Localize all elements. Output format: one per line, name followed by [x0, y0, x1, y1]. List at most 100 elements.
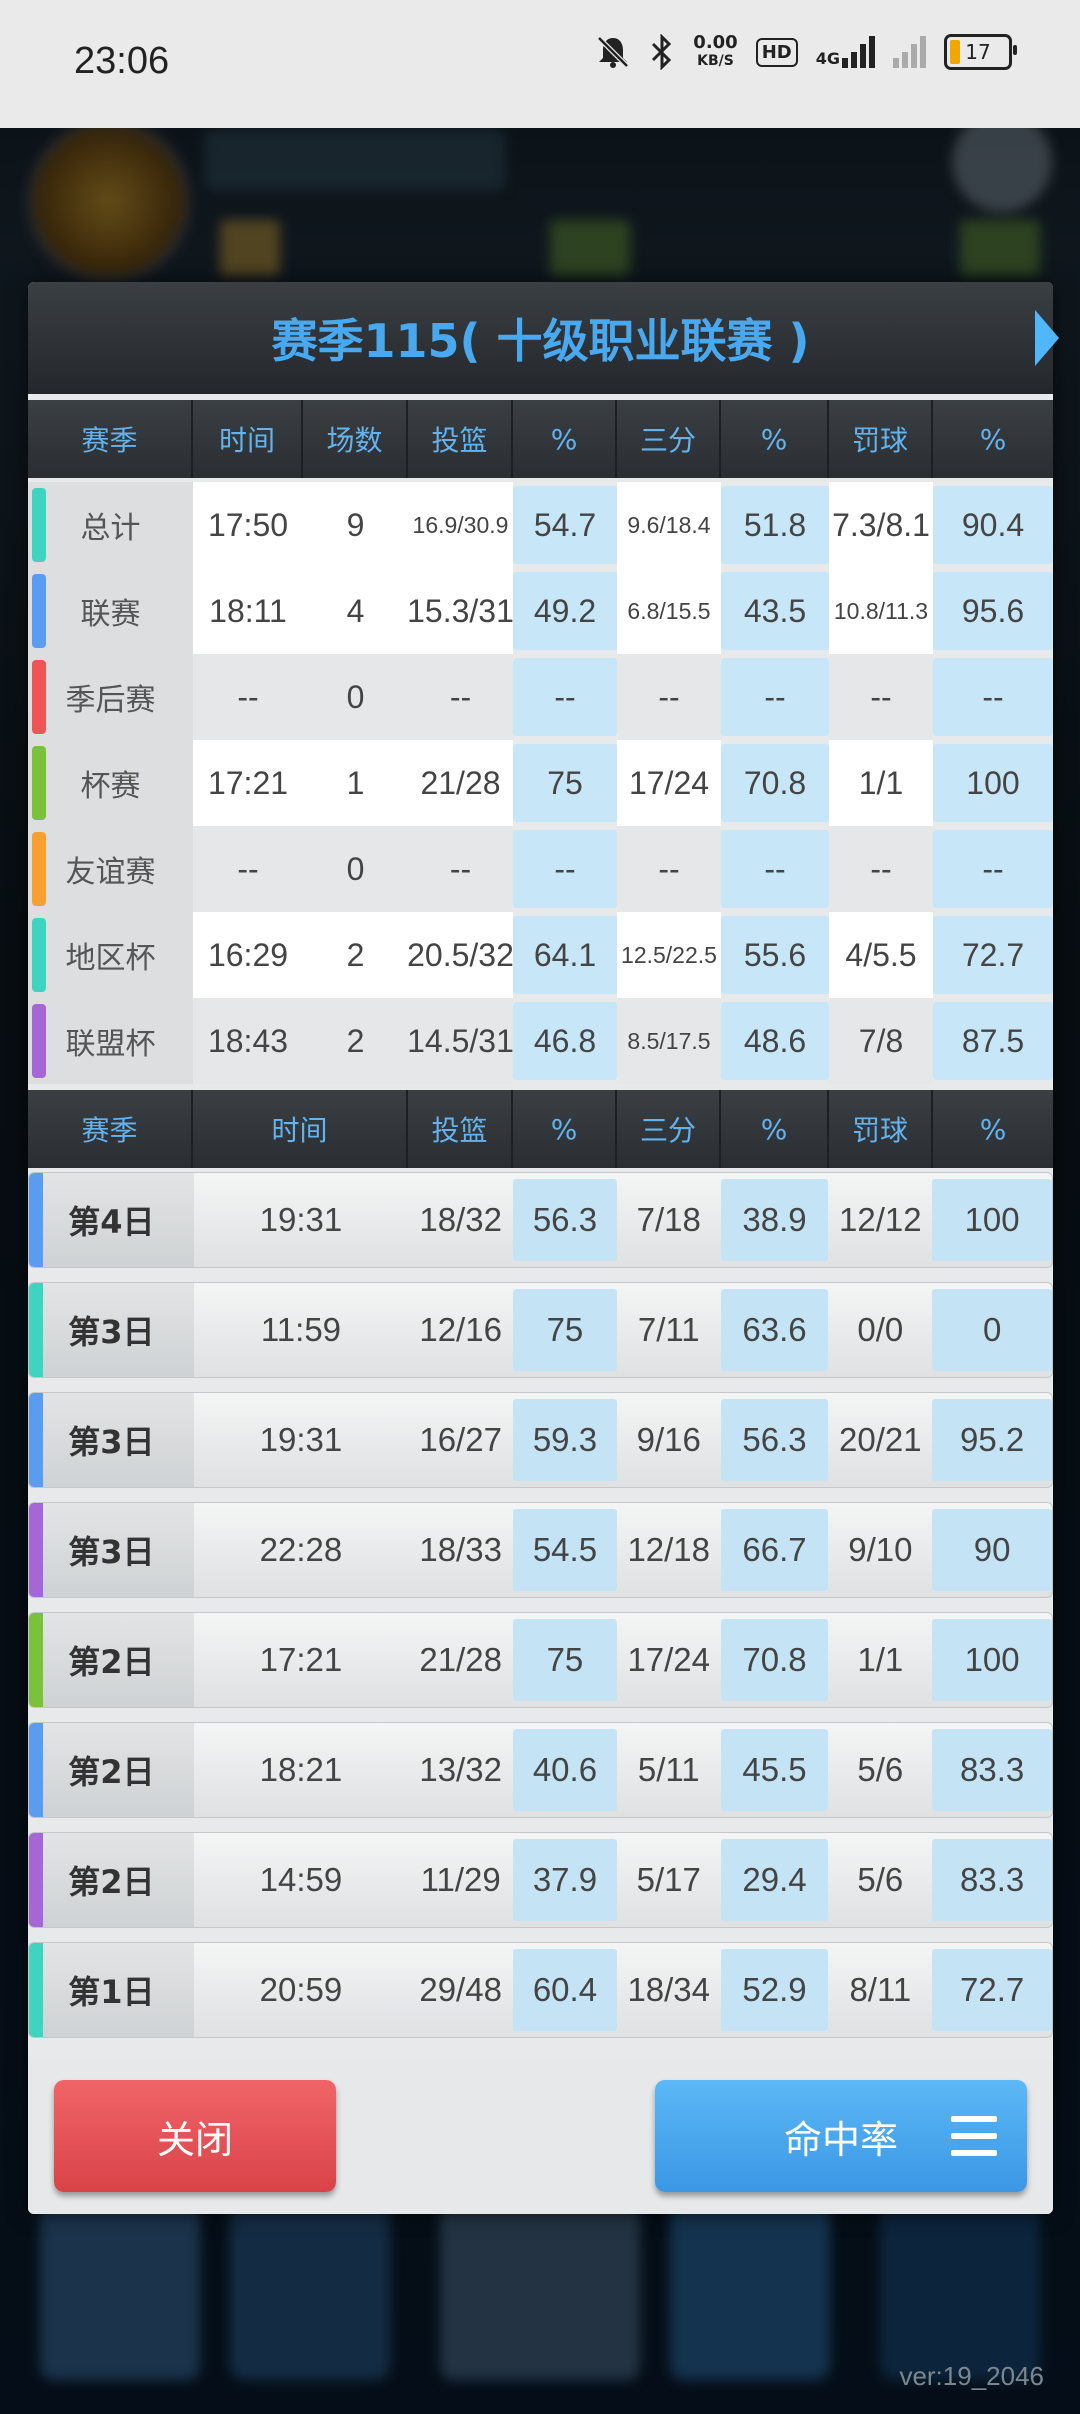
column-header[interactable]: % [721, 1090, 829, 1168]
three-cell: -- [617, 826, 721, 912]
time-cell: -- [193, 654, 303, 740]
game-day-label: 第2日 [68, 1753, 155, 1791]
fg-pct-cell: 75 [513, 744, 617, 822]
table-row[interactable]: 季后赛 -- 0 -- -- -- -- -- -- [28, 654, 1053, 740]
column-header[interactable]: 投篮 [408, 1090, 513, 1168]
column-header[interactable]: 罚球 [829, 400, 933, 478]
sort-by-button[interactable]: 命中率 [655, 2080, 1027, 2192]
game-row[interactable]: 第2日 18:21 13/32 40.6 5/11 45.5 5/6 83.3 [28, 1722, 1053, 1818]
three-pct-cell: 55.6 [721, 916, 829, 994]
fg-cell: 21/28 [419, 1641, 502, 1678]
time-cell: 18:21 [259, 1751, 343, 1788]
category-color-stripe [29, 1723, 43, 1817]
dialog-footer: 关闭 命中率 [28, 2060, 1053, 2214]
three-pct-cell: 70.8 [720, 1619, 829, 1701]
fg-pct-cell: 40.6 [513, 1729, 617, 1811]
column-header[interactable]: 时间 [193, 400, 303, 478]
time-cell: -- [193, 826, 303, 912]
game-day-cell: 第1日 [29, 1943, 194, 2037]
time-cell: 22:28 [259, 1531, 343, 1568]
fg-cell: 14.5/31 [407, 998, 514, 1084]
ft-cell: 7.3/8.1 [829, 482, 933, 568]
ft-pct-cell: 100 [932, 1619, 1052, 1701]
bluetooth-icon [652, 34, 672, 70]
game-day-label: 第3日 [68, 1313, 155, 1351]
fg-pct-cell: 64.1 [513, 916, 617, 994]
fg-pct-cell: 46.8 [513, 1002, 617, 1080]
fg-cell: 15.3/31 [407, 568, 514, 654]
three-pct-cell: 45.5 [720, 1729, 829, 1811]
column-header[interactable]: % [933, 1090, 1053, 1168]
row-label: 总计 [80, 511, 141, 546]
game-row[interactable]: 第3日 11:59 12/16 75 7/11 63.6 0/0 0 [28, 1282, 1053, 1378]
column-header[interactable]: % [513, 1090, 617, 1168]
hd-badge: HD [755, 37, 798, 67]
battery-icon: 17 [944, 34, 1017, 70]
three-cell: 12/18 [627, 1531, 711, 1568]
three-cell: 17/24 [627, 1641, 711, 1678]
column-header[interactable]: 三分 [617, 1090, 721, 1168]
game-day-cell: 第3日 [29, 1283, 194, 1377]
game-day-label: 第4日 [68, 1203, 155, 1241]
three-pct-cell: -- [721, 830, 829, 908]
ft-cell: 12/12 [839, 1201, 922, 1238]
fg-pct-cell: 75 [513, 1619, 617, 1701]
time-cell: 19:31 [259, 1421, 343, 1458]
table-row[interactable]: 友谊赛 -- 0 -- -- -- -- -- -- [28, 826, 1053, 912]
three-cell: 9.6/18.4 [617, 482, 721, 568]
column-header[interactable]: % [933, 400, 1053, 478]
ft-pct-cell: 72.7 [932, 1949, 1052, 2031]
games-cell: 2 [303, 912, 408, 998]
ft-pct-cell: 72.7 [933, 916, 1053, 994]
close-button[interactable]: 关闭 [54, 2080, 336, 2192]
fg-cell: 16.9/30.9 [408, 482, 513, 568]
time-cell: 14:59 [259, 1861, 343, 1898]
column-header[interactable]: 赛季 [28, 1090, 193, 1168]
column-header[interactable]: % [721, 400, 829, 478]
row-label-cell: 联盟杯 [28, 998, 193, 1084]
row-label: 友谊赛 [65, 855, 156, 890]
game-row[interactable]: 第1日 20:59 29/48 60.4 18/34 52.9 8/11 72.… [28, 1942, 1053, 2038]
table-row[interactable]: 联盟杯 18:43 2 14.5/31 46.8 8.5/17.5 48.6 7… [28, 998, 1053, 1084]
time-cell: 17:21 [193, 740, 303, 826]
time-cell: 18:43 [193, 998, 303, 1084]
game-row[interactable]: 第2日 17:21 21/28 75 17/24 70.8 1/1 100 [28, 1612, 1053, 1708]
row-label-cell: 总计 [28, 482, 193, 568]
time-cell: 17:50 [193, 482, 303, 568]
games-cell: 0 [303, 826, 408, 912]
column-header[interactable]: % [513, 400, 617, 478]
time-cell: 17:21 [259, 1641, 343, 1678]
column-header[interactable]: 场数 [303, 400, 408, 478]
table-row[interactable]: 地区杯 16:29 2 20.5/32 64.1 12.5/22.5 55.6 … [28, 912, 1053, 998]
ft-cell: 4/5.5 [829, 912, 933, 998]
column-header[interactable]: 时间 [193, 1090, 408, 1168]
chevron-right-icon[interactable] [1035, 310, 1059, 366]
ft-cell: 1/1 [829, 740, 933, 826]
table-row[interactable]: 总计 17:50 9 16.9/30.9 54.7 9.6/18.4 51.8 … [28, 482, 1053, 568]
game-day-label: 第3日 [68, 1423, 155, 1461]
time-cell: 20:59 [259, 1971, 343, 2008]
row-label: 季后赛 [65, 683, 156, 718]
battery-level: 17 [965, 40, 991, 64]
ft-pct-cell: 87.5 [933, 1002, 1053, 1080]
game-row[interactable]: 第4日 19:31 18/32 56.3 7/18 38.9 12/12 100 [28, 1172, 1053, 1268]
column-header[interactable]: 赛季 [28, 400, 193, 478]
column-header[interactable]: 投篮 [408, 400, 513, 478]
game-row[interactable]: 第3日 22:28 18/33 54.5 12/18 66.7 9/10 90 [28, 1502, 1053, 1598]
table-row[interactable]: 杯赛 17:21 1 21/28 75 17/24 70.8 1/1 100 [28, 740, 1053, 826]
column-header[interactable]: 三分 [617, 400, 721, 478]
category-color-stripe [29, 1173, 43, 1267]
fg-cell: 11/29 [420, 1861, 501, 1898]
row-label: 联盟杯 [65, 1027, 156, 1062]
game-row[interactable]: 第3日 19:31 16/27 59.3 9/16 56.3 20/21 95.… [28, 1392, 1053, 1488]
column-header[interactable]: 罚球 [829, 1090, 933, 1168]
fg-pct-cell: 54.5 [513, 1509, 617, 1591]
fg-cell: 16/27 [419, 1421, 502, 1458]
game-row[interactable]: 第2日 14:59 11/29 37.9 5/17 29.4 5/6 83.3 [28, 1832, 1053, 1928]
three-pct-cell: 56.3 [720, 1399, 829, 1481]
ft-cell: -- [829, 654, 933, 740]
row-label: 联赛 [80, 597, 141, 632]
row-label-cell: 友谊赛 [28, 826, 193, 912]
fg-pct-cell: 54.7 [513, 486, 617, 564]
table-row[interactable]: 联赛 18:11 4 15.3/31 49.2 6.8/15.5 43.5 10… [28, 568, 1053, 654]
